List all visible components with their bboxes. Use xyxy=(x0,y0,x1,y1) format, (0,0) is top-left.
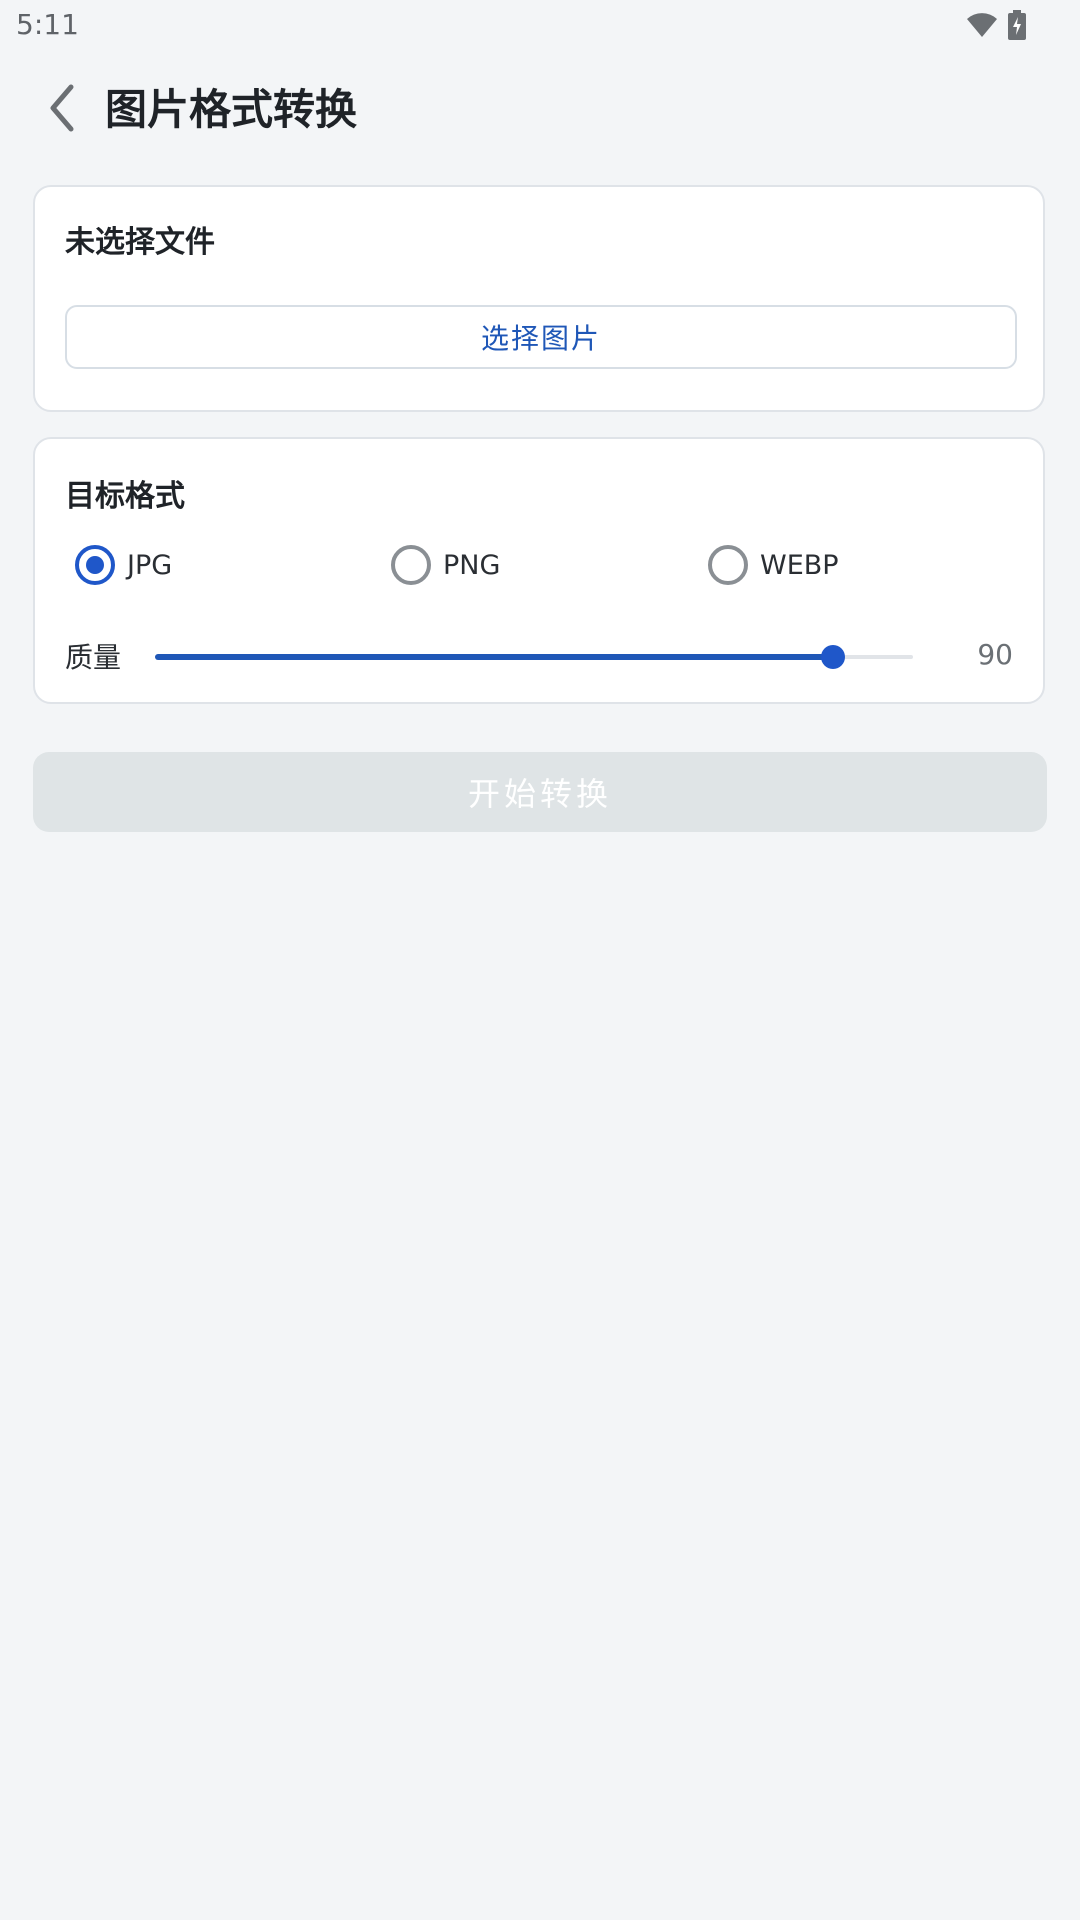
app-bar: 图片格式转换 xyxy=(0,70,1080,150)
status-time: 5:11 xyxy=(16,8,79,41)
quality-label: 质量 xyxy=(65,641,122,674)
back-button[interactable] xyxy=(40,82,84,138)
radio-label: WEBP xyxy=(760,549,839,581)
radio-label: PNG xyxy=(443,549,501,581)
format-radio-group: JPG PNG WEBP xyxy=(75,545,1015,595)
radio-png[interactable]: PNG xyxy=(391,545,500,585)
file-card: 未选择文件 选择图片 xyxy=(33,185,1045,412)
page-title: 图片格式转换 xyxy=(105,85,358,134)
radio-label: JPG xyxy=(127,549,173,581)
radio-button-icon xyxy=(75,545,115,585)
slider-thumb[interactable] xyxy=(821,645,846,669)
slider-fill xyxy=(155,654,836,660)
radio-webp[interactable]: WEBP xyxy=(708,545,839,585)
radio-jpg[interactable]: JPG xyxy=(75,545,172,585)
radio-button-icon xyxy=(391,545,431,585)
format-card: 目标格式 JPG PNG WEBP 质量 90 xyxy=(33,437,1045,704)
status-bar: 5:11 xyxy=(0,0,1080,50)
radio-button-icon xyxy=(708,545,748,585)
start-convert-button[interactable]: 开始转换 xyxy=(33,752,1047,832)
status-icons xyxy=(966,10,1026,44)
battery-charging-icon xyxy=(1008,10,1026,44)
target-format-label: 目标格式 xyxy=(65,479,185,514)
wifi-icon xyxy=(966,11,998,43)
select-image-button[interactable]: 选择图片 xyxy=(65,305,1017,369)
quality-value: 90 xyxy=(977,638,1013,671)
chevron-left-icon xyxy=(47,83,77,137)
file-status-label: 未选择文件 xyxy=(65,225,215,260)
quality-slider[interactable] xyxy=(153,634,913,680)
